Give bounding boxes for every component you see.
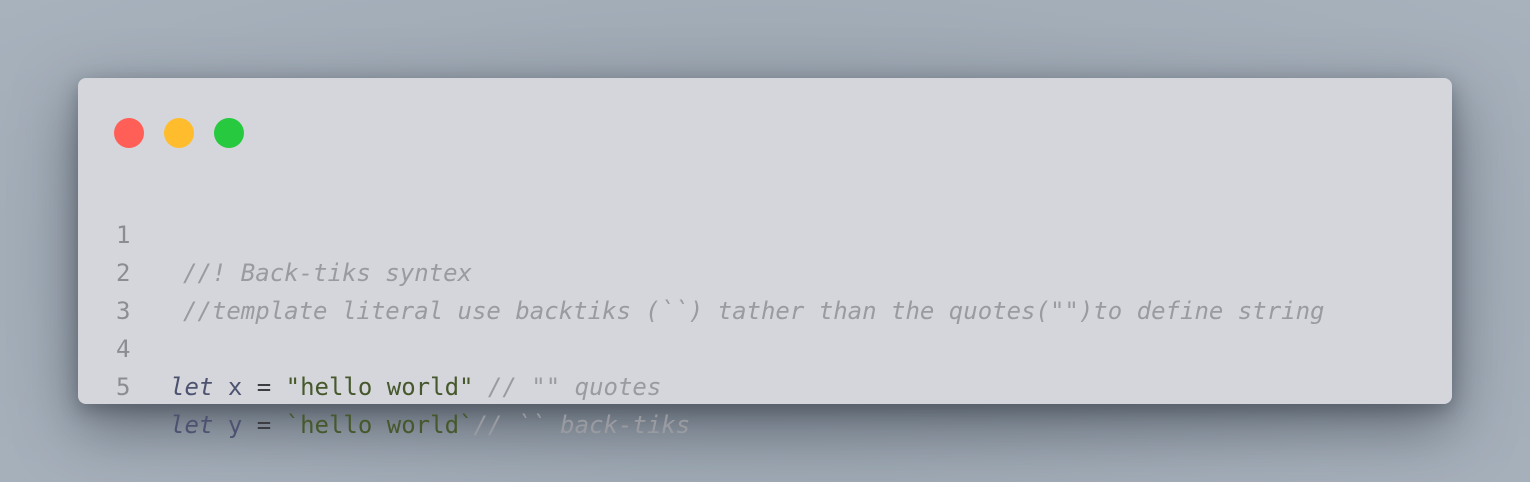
code-editor: 1 //! Back-tiks syntex 2 //template lite… (78, 178, 1452, 439)
code-line: 5 let y = `hello world`// `` back-tiks (78, 330, 1452, 439)
code-operator: = (256, 373, 272, 401)
code-identifier: x (227, 373, 243, 401)
maximize-button[interactable] (214, 118, 244, 148)
line-number: 5 (116, 373, 131, 401)
line-content: let x = "hello world" // "" quotes (170, 368, 661, 406)
code-line: 3 (78, 254, 1452, 325)
minimize-button[interactable] (164, 118, 194, 148)
code-line: 2 //template literal use backtiks (``) t… (78, 216, 1452, 325)
code-line: 4 let x = "hello world" // "" quotes (78, 292, 1452, 401)
close-button[interactable] (114, 118, 144, 148)
code-comment: // `` back-tiks (473, 411, 691, 439)
code-string: "hello world" (285, 373, 474, 401)
code-keyword: let (170, 411, 214, 439)
code-comment: // "" quotes (473, 373, 662, 401)
line-content: let y = `hello world`// `` back-tiks (170, 406, 690, 444)
code-identifier: y (227, 411, 243, 439)
code-operator: = (256, 411, 272, 439)
code-string: `hello world` (285, 411, 474, 439)
window-controls (114, 118, 244, 148)
code-window: 1 //! Back-tiks syntex 2 //template lite… (78, 78, 1452, 439)
code-keyword: let (170, 373, 214, 401)
code-line: 1 //! Back-tiks syntex (78, 178, 1452, 287)
